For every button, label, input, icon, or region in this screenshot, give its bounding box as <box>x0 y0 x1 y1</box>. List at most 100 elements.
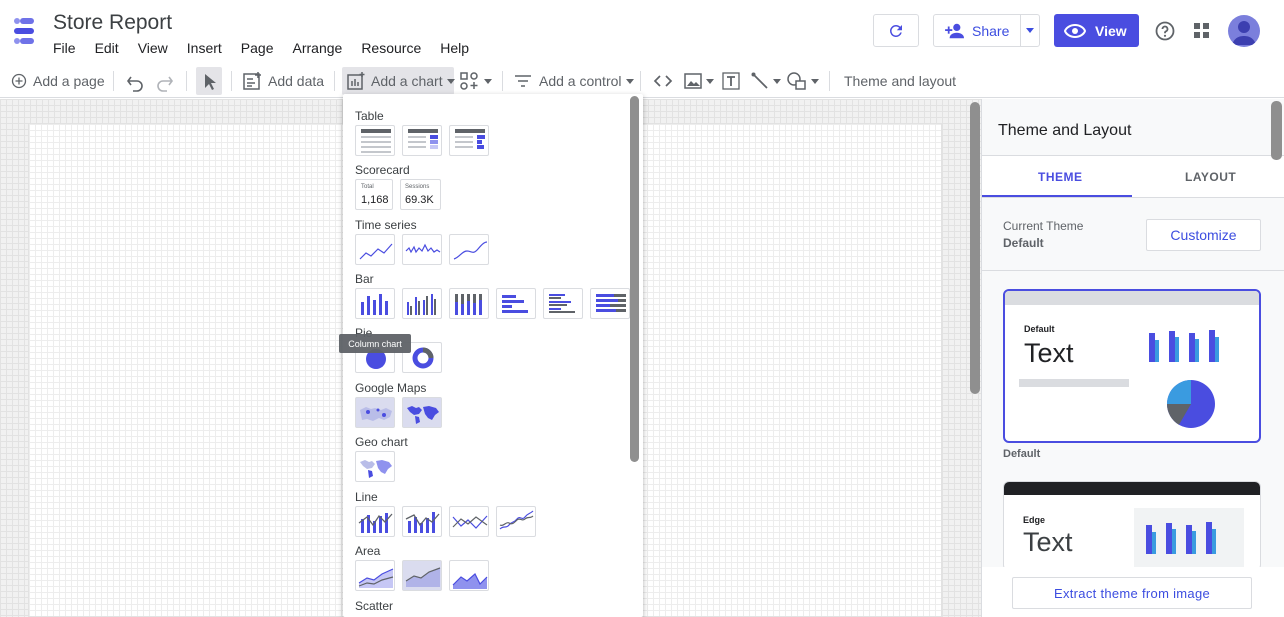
add-circle-icon <box>11 73 27 89</box>
menu-help[interactable]: Help <box>440 40 469 56</box>
app-header: Store Report File Edit View Insert Page … <box>0 0 1284 64</box>
tab-layout[interactable]: LAYOUT <box>1185 170 1236 184</box>
grouped-column-option[interactable] <box>402 288 442 319</box>
filled-map-option[interactable] <box>402 397 442 428</box>
grouped-bar-icon <box>549 294 575 313</box>
shape-dropdown-icon <box>811 78 819 84</box>
chart-tooltip: Column chart <box>339 334 411 353</box>
line-chart-option[interactable] <box>449 506 489 537</box>
panel-tabs: THEME LAYOUT <box>982 156 1284 197</box>
bubble-map-icon <box>360 407 392 421</box>
filled-map-icon <box>407 406 439 424</box>
section-scatter: Scatter <box>355 599 394 613</box>
line-icon <box>751 72 768 89</box>
theme-card-sample-text: Text <box>1023 527 1073 557</box>
avatar[interactable] <box>1228 15 1260 47</box>
toolbar-divider <box>186 71 187 91</box>
area-chart-option[interactable] <box>355 560 395 591</box>
menu-file[interactable]: File <box>53 40 76 56</box>
tab-theme[interactable]: THEME <box>1038 170 1083 184</box>
combo-chart-option[interactable] <box>355 506 395 537</box>
stacked-bar-option[interactable] <box>590 288 630 319</box>
add-control-button[interactable]: Add a control <box>514 64 634 98</box>
toolbar-divider <box>502 71 503 91</box>
code-embed-icon[interactable] <box>653 64 673 98</box>
table-chart-option[interactable] <box>355 125 395 156</box>
image-button[interactable] <box>684 64 714 98</box>
report-title[interactable]: Store Report <box>53 11 172 35</box>
image-icon <box>684 73 702 89</box>
theme-card-label: Default <box>1024 324 1055 334</box>
add-chart-button[interactable]: Add a chart <box>347 64 455 98</box>
scorecard-option[interactable]: Total 1,168 <box>355 179 393 210</box>
shape-button[interactable] <box>787 64 819 98</box>
add-page-button[interactable]: Add a page <box>11 64 105 98</box>
sample-bar-chart-icon <box>1149 330 1219 362</box>
menu-page[interactable]: Page <box>241 40 274 56</box>
time-series-option[interactable] <box>355 234 395 265</box>
grouped-bar-option[interactable] <box>543 288 583 319</box>
table-bars-option[interactable] <box>449 125 489 156</box>
column-chart-option[interactable] <box>355 288 395 319</box>
section-area: Area <box>355 544 381 558</box>
section-scorecard: Scorecard <box>355 163 410 177</box>
card-header-bar <box>1005 291 1259 305</box>
table-icon <box>361 129 391 153</box>
geo-map-icon <box>360 460 392 478</box>
line-button[interactable] <box>751 64 781 98</box>
add-chart-icon <box>347 72 365 90</box>
stacked-column-option[interactable] <box>449 288 489 319</box>
column-chart-icon <box>361 294 388 315</box>
stacked-column-icon <box>455 294 482 315</box>
sparkline-option[interactable] <box>402 234 442 265</box>
menu-insert[interactable]: Insert <box>187 40 222 56</box>
undo-icon[interactable] <box>126 64 144 98</box>
text-box-icon[interactable] <box>722 64 740 98</box>
bar-chart-option[interactable] <box>496 288 536 319</box>
share-dropdown-icon[interactable] <box>1026 28 1034 33</box>
community-viz-button[interactable] <box>460 64 492 98</box>
panel-scrollbar[interactable] <box>1271 101 1282 160</box>
theme-card-default[interactable]: Default Text <box>1003 289 1261 443</box>
menu-arrange[interactable]: Arrange <box>293 40 343 56</box>
bar-chart-icon <box>502 295 528 313</box>
toolbar-divider <box>640 71 641 91</box>
panel-divider <box>982 197 1284 198</box>
scorecard-compact-option[interactable]: Sessions 69.3K <box>400 179 441 210</box>
line-options <box>355 506 543 537</box>
redo-icon[interactable] <box>156 64 174 98</box>
select-tool-button[interactable] <box>196 67 222 95</box>
extract-theme-button[interactable]: Extract theme from image <box>1012 577 1252 609</box>
share-button[interactable]: Share <box>933 14 1040 47</box>
percent-area-option[interactable] <box>449 560 489 591</box>
menu-view[interactable]: View <box>138 40 168 56</box>
stacked-combo-option[interactable] <box>402 506 442 537</box>
theme-layout-button[interactable]: Theme and layout <box>844 64 956 98</box>
theme-card-edge[interactable]: Edge Text <box>1003 481 1261 571</box>
share-label: Share <box>972 22 1010 39</box>
view-button[interactable]: View <box>1054 14 1139 47</box>
toolbar-divider <box>231 71 232 91</box>
customize-button[interactable]: Customize <box>1146 219 1261 251</box>
line-dropdown-icon <box>773 78 781 84</box>
bubble-map-option[interactable] <box>355 397 395 428</box>
table-bars-icon <box>455 129 485 149</box>
sample-bar-chart-icon <box>1146 522 1216 554</box>
card-header-bar <box>1004 482 1260 495</box>
current-theme-label: Current Theme <box>1003 219 1084 233</box>
help-icon[interactable] <box>1155 21 1175 41</box>
google-maps-options <box>355 397 449 428</box>
stacked-area-option[interactable] <box>402 560 442 591</box>
add-data-button[interactable]: Add data <box>243 64 324 98</box>
menu-edit[interactable]: Edit <box>95 40 119 56</box>
canvas-scrollbar[interactable] <box>970 102 980 394</box>
menu-resource[interactable]: Resource <box>361 40 421 56</box>
refresh-button[interactable] <box>873 14 919 47</box>
table-heatmap-option[interactable] <box>402 125 442 156</box>
stacked-bar-icon <box>596 294 626 312</box>
apps-grid-icon[interactable] <box>1193 22 1211 40</box>
smoothed-time-series-option[interactable] <box>449 234 489 265</box>
geo-chart-option[interactable] <box>355 451 395 482</box>
smoothed-line-chart-option[interactable] <box>496 506 536 537</box>
chart-menu-scrollbar[interactable] <box>630 96 639 462</box>
